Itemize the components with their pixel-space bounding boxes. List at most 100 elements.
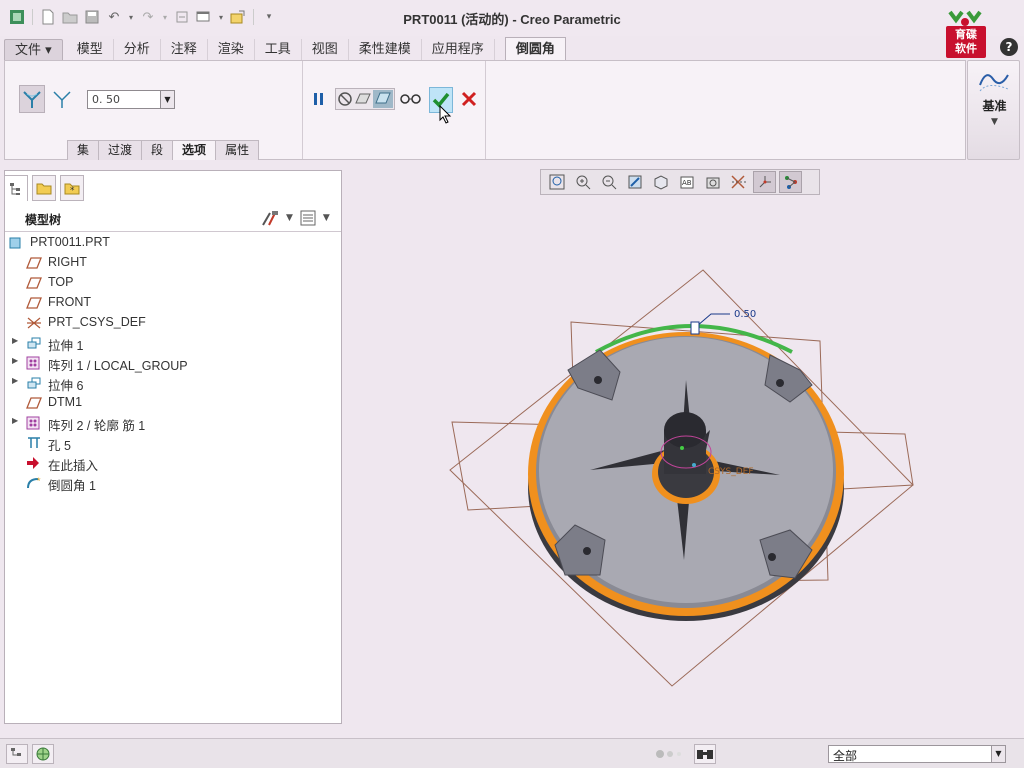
tab-model[interactable]: 模型: [67, 39, 114, 61]
tab-model-tree[interactable]: [4, 175, 28, 201]
title-bar: ↶ ▾ ↷ ▾ ▾ ▾ PRT0011 (活动的) - Creo Paramet…: [0, 0, 1024, 36]
tree-item-label: 阵列 1 / LOCAL_GROUP: [48, 359, 188, 373]
subtab-pieces[interactable]: 段: [141, 140, 174, 160]
datum-plane-icon: [26, 296, 42, 310]
display-style-button[interactable]: [649, 171, 672, 193]
subtab-options[interactable]: 选项: [172, 140, 217, 160]
tab-view[interactable]: 视图: [302, 39, 349, 61]
tree-item-label: 孔 5: [48, 439, 71, 453]
cancel-button[interactable]: [459, 88, 479, 110]
tab-applications[interactable]: 应用程序: [422, 39, 495, 61]
datum-plane-icon: [26, 276, 42, 290]
tab-favorites[interactable]: *: [60, 175, 84, 201]
tree-item[interactable]: FRONT: [6, 293, 340, 313]
tree-item[interactable]: PRT_CSYS_DEF: [6, 313, 340, 333]
radius-input[interactable]: 0. 50 ▼: [87, 90, 175, 109]
csys-display-button[interactable]: [753, 171, 776, 193]
chevron-down-icon[interactable]: ▼: [991, 746, 1005, 762]
saved-orientations-button[interactable]: AB: [675, 171, 698, 193]
view-manager-button[interactable]: [701, 171, 724, 193]
subtab-transitions[interactable]: 过渡: [98, 140, 143, 160]
no-preview-icon[interactable]: [337, 91, 353, 107]
tree-item[interactable]: 孔 5: [6, 433, 340, 453]
constant-round-button[interactable]: [19, 85, 45, 113]
tree-item-label: DTM1: [48, 395, 83, 409]
attached-preview-icon[interactable]: [353, 91, 373, 107]
settings-tools-icon[interactable]: [260, 209, 280, 227]
expand-arrow-icon[interactable]: ▶: [12, 336, 18, 345]
model-graphics[interactable]: 0.50 CSYS_DEF: [344, 165, 1020, 735]
tree-item[interactable]: * 倒圆角 1: [6, 473, 340, 493]
selection-filter-value: 全部: [833, 749, 858, 763]
subtab-properties[interactable]: 属性: [215, 140, 260, 160]
window-title: PRT0011 (活动的) - Creo Parametric: [403, 12, 621, 27]
model-tree-title: 模型树: [25, 213, 62, 227]
help-icon[interactable]: ?: [1000, 38, 1018, 56]
expand-arrow-icon[interactable]: ▶: [12, 416, 18, 425]
tab-annotate[interactable]: 注释: [161, 39, 208, 61]
tree-item[interactable]: TOP: [6, 273, 340, 293]
tree-item[interactable]: ▶ 阵列 2 / 轮廓 筋 1: [6, 413, 340, 433]
tree-item-label: PRT0011.PRT: [30, 235, 110, 249]
csys-label: CSYS_DEF: [708, 467, 754, 477]
chevron-down-icon[interactable]: ▼: [323, 213, 330, 223]
chevron-down-icon[interactable]: ▼: [160, 91, 174, 108]
svg-text:*: *: [37, 476, 41, 486]
repaint-button[interactable]: [623, 171, 646, 193]
tab-flexible-modeling[interactable]: 柔性建模: [349, 39, 422, 61]
tree-item[interactable]: ▶ 阵列 1 / LOCAL_GROUP: [6, 353, 340, 373]
datum-display-icon: [730, 175, 746, 189]
datum-group[interactable]: 基准 ▼: [967, 60, 1020, 160]
chevron-down-icon: ▼: [991, 117, 998, 127]
dimension-label[interactable]: 0.50: [734, 309, 756, 320]
graphics-toolbar: AB: [540, 169, 820, 195]
tab-analysis[interactable]: 分析: [114, 39, 161, 61]
toggle-navigator-button[interactable]: [6, 744, 28, 764]
glasses-preview-button[interactable]: [399, 88, 423, 110]
tree-item[interactable]: DTM1: [6, 393, 340, 413]
point-display-button[interactable]: [779, 171, 802, 193]
expand-arrow-icon[interactable]: ▶: [12, 356, 18, 365]
tab-folder-browser[interactable]: [32, 175, 56, 201]
tree-item[interactable]: 在此插入: [6, 453, 340, 473]
zoom-in-icon: [576, 175, 590, 190]
chevron-down-icon[interactable]: ▼: [286, 213, 293, 223]
full-round-button[interactable]: [49, 85, 75, 113]
insert-arrow-icon: [26, 456, 42, 470]
datum-display-button[interactable]: [727, 171, 750, 193]
tab-tools[interactable]: 工具: [255, 39, 302, 61]
subtab-sets[interactable]: 集: [67, 140, 100, 160]
tree-item-label: 阵列 2 / 轮廓 筋 1: [48, 419, 146, 433]
tree-item[interactable]: PRT0011.PRT: [6, 233, 340, 253]
datum-plane-icon: [26, 256, 42, 270]
round-dashboard: 0. 50 ▼ 集 过渡 段 选项 属性: [4, 60, 966, 160]
verify-preview-icon[interactable]: [373, 90, 393, 108]
selection-filter[interactable]: 全部 ▼: [828, 745, 1006, 763]
tree-item-label: 拉伸 1: [48, 339, 84, 353]
tree-item[interactable]: RIGHT: [6, 253, 340, 273]
refit-icon: [549, 174, 564, 190]
find-button[interactable]: [694, 744, 716, 764]
toggle-browser-button[interactable]: [32, 744, 54, 764]
tree-item-label: 拉伸 6: [48, 379, 84, 393]
tab-round[interactable]: 倒圆角: [504, 37, 566, 61]
tab-render[interactable]: 渲染: [208, 39, 255, 61]
model-tree: PRT0011.PRT RIGHT TOP FRONT PRT_CSYS_DEF ▶ 拉伸 …: [6, 233, 340, 493]
radius-dimension: [690, 313, 730, 335]
expand-arrow-icon[interactable]: ▶: [12, 376, 18, 385]
graphics-viewport[interactable]: 0.50 CSYS_DEF: [344, 165, 1020, 735]
show-columns-icon[interactable]: [299, 209, 317, 227]
tree-item[interactable]: ▶ 拉伸 1: [6, 333, 340, 353]
glasses-icon: [400, 94, 421, 104]
zoom-out-button[interactable]: [597, 171, 620, 193]
pause-button[interactable]: [311, 88, 327, 110]
preview-modes-group: [335, 88, 395, 110]
tab-file[interactable]: 文件 ▾: [4, 39, 63, 61]
extrude-icon: [26, 376, 42, 390]
constant-round-icon: [23, 91, 41, 108]
display-style-icon: [654, 175, 667, 190]
refit-button[interactable]: [545, 171, 568, 193]
tree-item[interactable]: ▶ 拉伸 6: [6, 373, 340, 393]
zoom-in-button[interactable]: [571, 171, 594, 193]
part-icon: [8, 236, 24, 250]
